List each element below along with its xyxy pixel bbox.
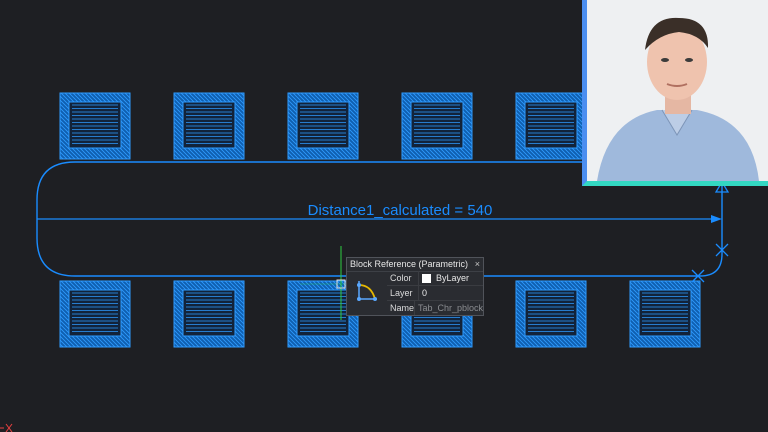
property-key: Color [387, 271, 419, 285]
property-row-color: Color ByLayer [387, 271, 483, 286]
property-value: Tab_Chr_pblock [418, 303, 484, 313]
chair-bottom-1[interactable] [59, 280, 131, 348]
property-value-text: ByLayer [436, 273, 470, 283]
chair-top-5[interactable] [515, 92, 587, 160]
property-value: ByLayer [419, 271, 469, 285]
chair-bottom-5[interactable] [515, 280, 587, 348]
property-value: 0 [422, 288, 428, 298]
chair-top-3[interactable] [287, 92, 359, 160]
presenter-video-icon [587, 0, 768, 181]
chair-top-4[interactable] [401, 92, 473, 160]
property-key: Layer [387, 286, 419, 300]
tooltip-title-text: Block Reference (Parametric) [350, 259, 469, 269]
property-row-layer: Layer 0 [387, 286, 483, 301]
presenter-webcam [582, 0, 768, 186]
block-parametric-icon [357, 281, 377, 301]
block-reference-tooltip: Block Reference (Parametric) × Color ByL… [346, 257, 484, 316]
dimension-arrowhead [711, 215, 722, 223]
property-key: Name [387, 301, 416, 315]
chair-top-1[interactable] [59, 92, 131, 160]
close-icon[interactable]: × [475, 258, 480, 271]
dimension-label: Distance1_calculated = 540 [308, 202, 493, 219]
color-swatch [422, 273, 431, 283]
chair-top-2[interactable] [173, 92, 245, 160]
property-row-name: Name Tab_Chr_pblock [387, 301, 483, 315]
tooltip-title: Block Reference (Parametric) × [347, 258, 483, 272]
tooltip-properties: Color ByLayer Layer 0 Name Tab_Chr_pbloc… [387, 271, 483, 315]
ucs-origin-icon [0, 423, 13, 432]
chair-bottom-2[interactable] [173, 280, 245, 348]
chair-bottom-6[interactable] [629, 280, 701, 348]
